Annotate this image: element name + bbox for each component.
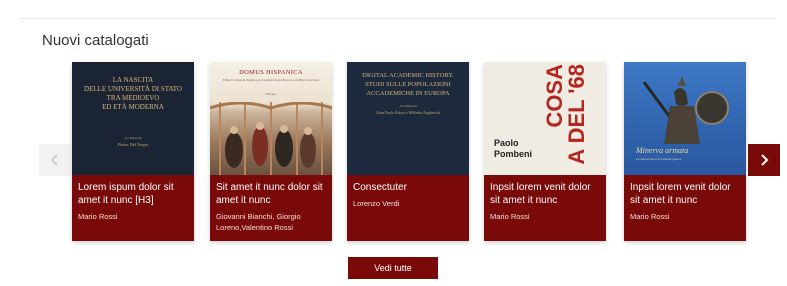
section-title: Nuovi catalogati — [42, 32, 149, 49]
cover-title-line: ED ETÀ MODERNA — [102, 103, 164, 111]
cover-editor: Gian Paolo Brizzi e Wilhelm Engbrecht — [376, 110, 440, 115]
book-card[interactable]: LA NASCITA DELLE UNIVERSITÀ DI STATO TRA… — [72, 62, 194, 241]
book-info: Lorem ispum dolor sit amet it nunc [H3] … — [72, 175, 194, 241]
book-author: Giovanni Bianchi, Giorgio Loreno,Valenti… — [216, 212, 301, 232]
see-all-button[interactable]: Vedi tutte — [348, 257, 438, 279]
book-title[interactable]: Inpsit lorem venit dolor sit amet it nun… — [630, 181, 740, 207]
cover-fresco-image — [210, 102, 332, 175]
book-author: Mario Rossi — [630, 212, 670, 221]
cover-title-line: STUDI SULLE POPOLAZIONI — [365, 81, 451, 88]
book-cover: DOMUS HISPANICA El Real Colegio de Españ… — [210, 62, 332, 175]
book-card[interactable]: DOMUS HISPANICA El Real Colegio de Españ… — [210, 62, 332, 241]
book-cover: Paolo Pombeni COSA A DEL '68 — [484, 62, 606, 175]
book-author: Lorenzo Verdi — [353, 199, 400, 208]
book-cover: LA NASCITA DELLE UNIVERSITÀ DI STATO TRA… — [72, 62, 194, 175]
book-cover: Minerva armata Le università e la Grande… — [624, 62, 746, 175]
cover-title: Minerva armata — [636, 146, 689, 155]
cover-title-line: DIGITAL ACADEMIC HISTORY. — [362, 72, 454, 79]
chevron-left-icon — [50, 154, 58, 166]
cover-title-line: ACCADEMICHE IN EUROPA — [366, 90, 450, 97]
cover-big-title: A DEL '68 — [566, 64, 589, 165]
book-title[interactable]: Consectuter — [353, 181, 463, 194]
book-title[interactable]: Inpsit lorem venit dolor sit amet it nun… — [490, 181, 600, 207]
book-author: Mario Rossi — [490, 212, 530, 221]
chevron-right-icon — [761, 154, 769, 166]
book-title[interactable]: Sit amet it nunc dolor sit amet it nunc — [216, 181, 326, 207]
book-info: Consectuter Lorenzo Verdi — [347, 175, 469, 241]
cover-editor: Pietro Del Negro — [117, 142, 149, 147]
cover-subtitle: Le università e la Grande guerra — [636, 157, 682, 161]
carousel-next-button[interactable] — [748, 144, 780, 176]
book-title[interactable]: Lorem ispum dolor sit amet it nunc [H3] — [78, 181, 188, 207]
section-divider — [20, 18, 775, 19]
book-author: Mario Rossi — [78, 212, 118, 221]
book-cover: DIGITAL ACADEMIC HISTORY. STUDI SULLE PO… — [347, 62, 469, 175]
book-info: Inpsit lorem venit dolor sit amet it nun… — [624, 175, 746, 241]
carousel-prev-button[interactable] — [39, 144, 71, 176]
cover-title-line: LA NASCITA — [112, 76, 154, 84]
cover-subtitle: A CURA DI — [124, 136, 142, 140]
cover-author-first: Paolo — [494, 138, 519, 148]
cover-author-last: Pombeni — [494, 149, 533, 159]
cover-title-line: TRA MEDIOEVO — [106, 94, 160, 102]
cover-big-title: COSA — [546, 64, 564, 128]
cover-title: DOMUS HISPANICA — [239, 69, 303, 76]
book-card[interactable]: Minerva armata Le università e la Grande… — [624, 62, 746, 241]
book-info: Inpsit lorem venit dolor sit amet it nun… — [484, 175, 606, 241]
book-card[interactable]: Paolo Pombeni COSA A DEL '68 Inpsit lore… — [484, 62, 606, 241]
cover-subtitle: A CURA DI — [399, 104, 417, 108]
book-info: Sit amet it nunc dolor sit amet it nunc … — [210, 175, 332, 241]
cover-editor: Bologna — [265, 92, 277, 96]
cover-title-line: DELLE UNIVERSITÀ DI STATO — [84, 85, 182, 93]
book-card[interactable]: DIGITAL ACADEMIC HISTORY. STUDI SULLE PO… — [347, 62, 469, 241]
cover-subtitle: El Real Colegio de España y el Cardenal … — [222, 78, 320, 82]
